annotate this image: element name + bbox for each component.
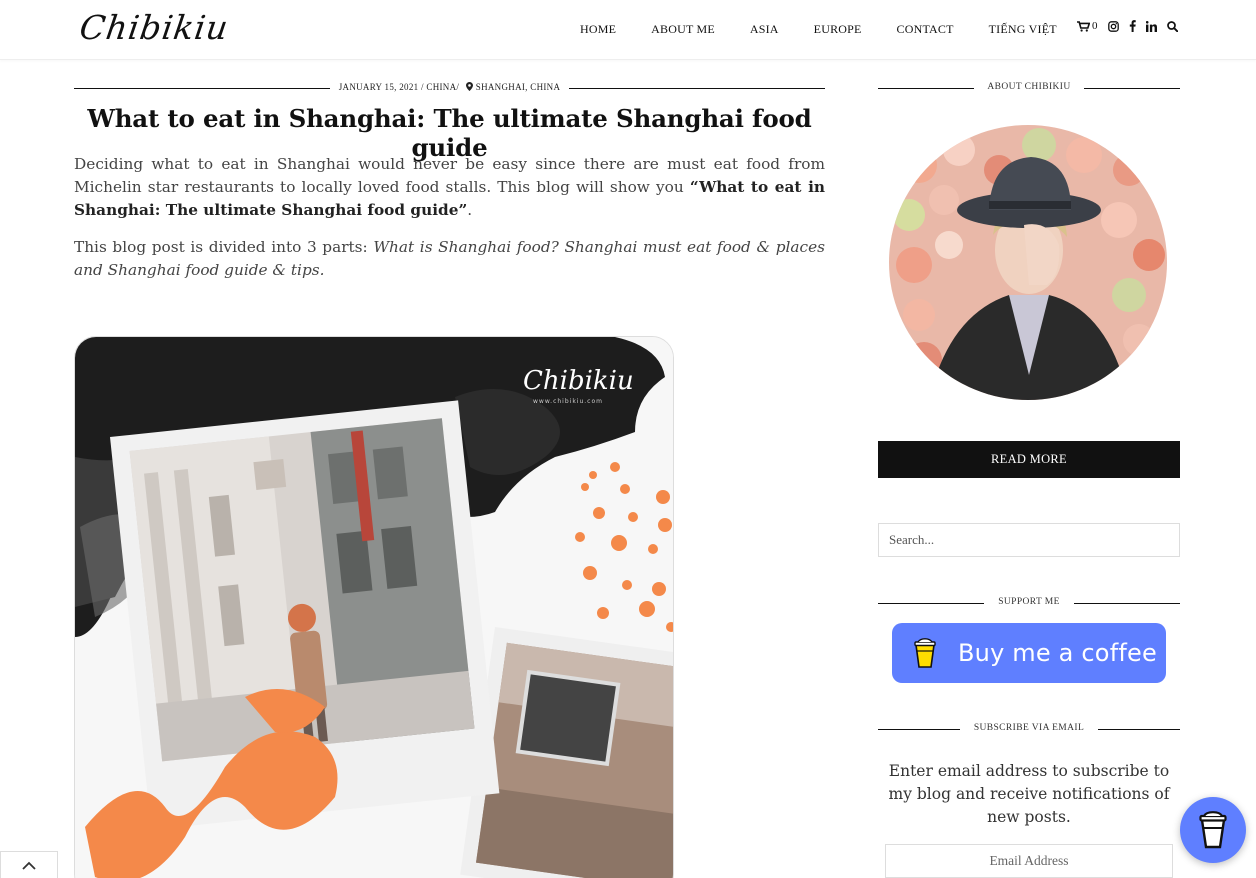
subscribe-heading-label: SUBSCRIBE VIA EMAIL	[973, 723, 1085, 733]
post-intro-paragraph: Deciding what to eat in Shanghai would n…	[74, 153, 825, 222]
post-meta-text: JANUARY 15, 2021 / CHINA/ SHANGHAI, CHIN…	[74, 82, 825, 92]
search-input[interactable]	[878, 523, 1180, 557]
meta-separator-2: /	[456, 82, 460, 92]
avatar[interactable]	[889, 125, 1167, 400]
image-watermark-url: www.chibikiu.com	[533, 398, 603, 405]
site-header: Chibikiu HOME ABOUT ME ASIA EUROPE CONTA…	[0, 0, 1256, 60]
post-structure-paragraph: This blog post is divided into 3 parts: …	[74, 236, 825, 282]
location-pin-icon	[465, 82, 473, 91]
facebook-icon	[1129, 20, 1136, 32]
buy-me-a-coffee-label: Buy me a coffee	[958, 639, 1157, 667]
nav-item-about-me[interactable]: ABOUT ME	[651, 22, 715, 37]
instagram-icon	[1107, 20, 1119, 32]
about-heading: ABOUT CHIBIKIU	[878, 82, 1180, 96]
nav-item-asia[interactable]: ASIA	[750, 22, 779, 37]
nav-item-contact[interactable]: CONTACT	[897, 22, 954, 37]
intro-end: .	[467, 201, 473, 219]
email-field[interactable]	[885, 844, 1173, 878]
facebook-link[interactable]	[1129, 20, 1136, 32]
search-button[interactable]	[1166, 20, 1178, 32]
header-icons: 0	[1077, 20, 1188, 32]
subscribe-description: Enter email address to subscribe to my b…	[888, 762, 1170, 826]
read-more-button[interactable]: READ MORE	[878, 441, 1180, 478]
coffee-cup-icon	[914, 638, 936, 668]
coffee-cup-icon	[1199, 811, 1227, 849]
structure-text: This blog post is divided into 3 parts:	[74, 238, 374, 256]
buy-me-a-coffee-button[interactable]: Buy me a coffee	[892, 623, 1166, 683]
post-date[interactable]: JANUARY 15, 2021	[339, 82, 419, 92]
cart-button[interactable]: 0	[1077, 20, 1098, 32]
floating-coffee-button[interactable]	[1180, 797, 1246, 863]
support-heading: SUPPORT ME	[878, 597, 1180, 611]
nav-item-europe[interactable]: EUROPE	[814, 22, 862, 37]
cart-count: 0	[1092, 20, 1098, 32]
linkedin-icon	[1145, 20, 1157, 32]
meta-separator: /	[421, 82, 424, 92]
nav-item-tieng-viet[interactable]: TIẾNG VIỆT	[989, 22, 1057, 37]
subscribe-heading: SUBSCRIBE VIA EMAIL	[878, 723, 1180, 737]
post-location[interactable]: SHANGHAI, CHINA	[476, 82, 561, 92]
cart-icon	[1077, 20, 1090, 32]
search-icon	[1166, 20, 1178, 32]
feature-image[interactable]: Chibikiu www.chibikiu.com	[74, 336, 674, 878]
main-nav: HOME ABOUT ME ASIA EUROPE CONTACT TIẾNG …	[580, 22, 1057, 37]
about-heading-label: ABOUT CHIBIKIU	[987, 82, 1071, 92]
chevron-up-icon	[22, 861, 36, 870]
post-category[interactable]: CHINA	[426, 82, 456, 92]
instagram-link[interactable]	[1107, 20, 1119, 32]
nav-item-home[interactable]: HOME	[580, 22, 616, 37]
image-watermark: Chibikiu	[523, 366, 634, 396]
scroll-to-top-button[interactable]	[0, 851, 58, 878]
site-logo[interactable]: Chibikiu	[77, 8, 231, 47]
post-meta: JANUARY 15, 2021 / CHINA/ SHANGHAI, CHIN…	[74, 82, 825, 96]
linkedin-link[interactable]	[1145, 20, 1157, 32]
support-heading-label: SUPPORT ME	[998, 597, 1060, 607]
